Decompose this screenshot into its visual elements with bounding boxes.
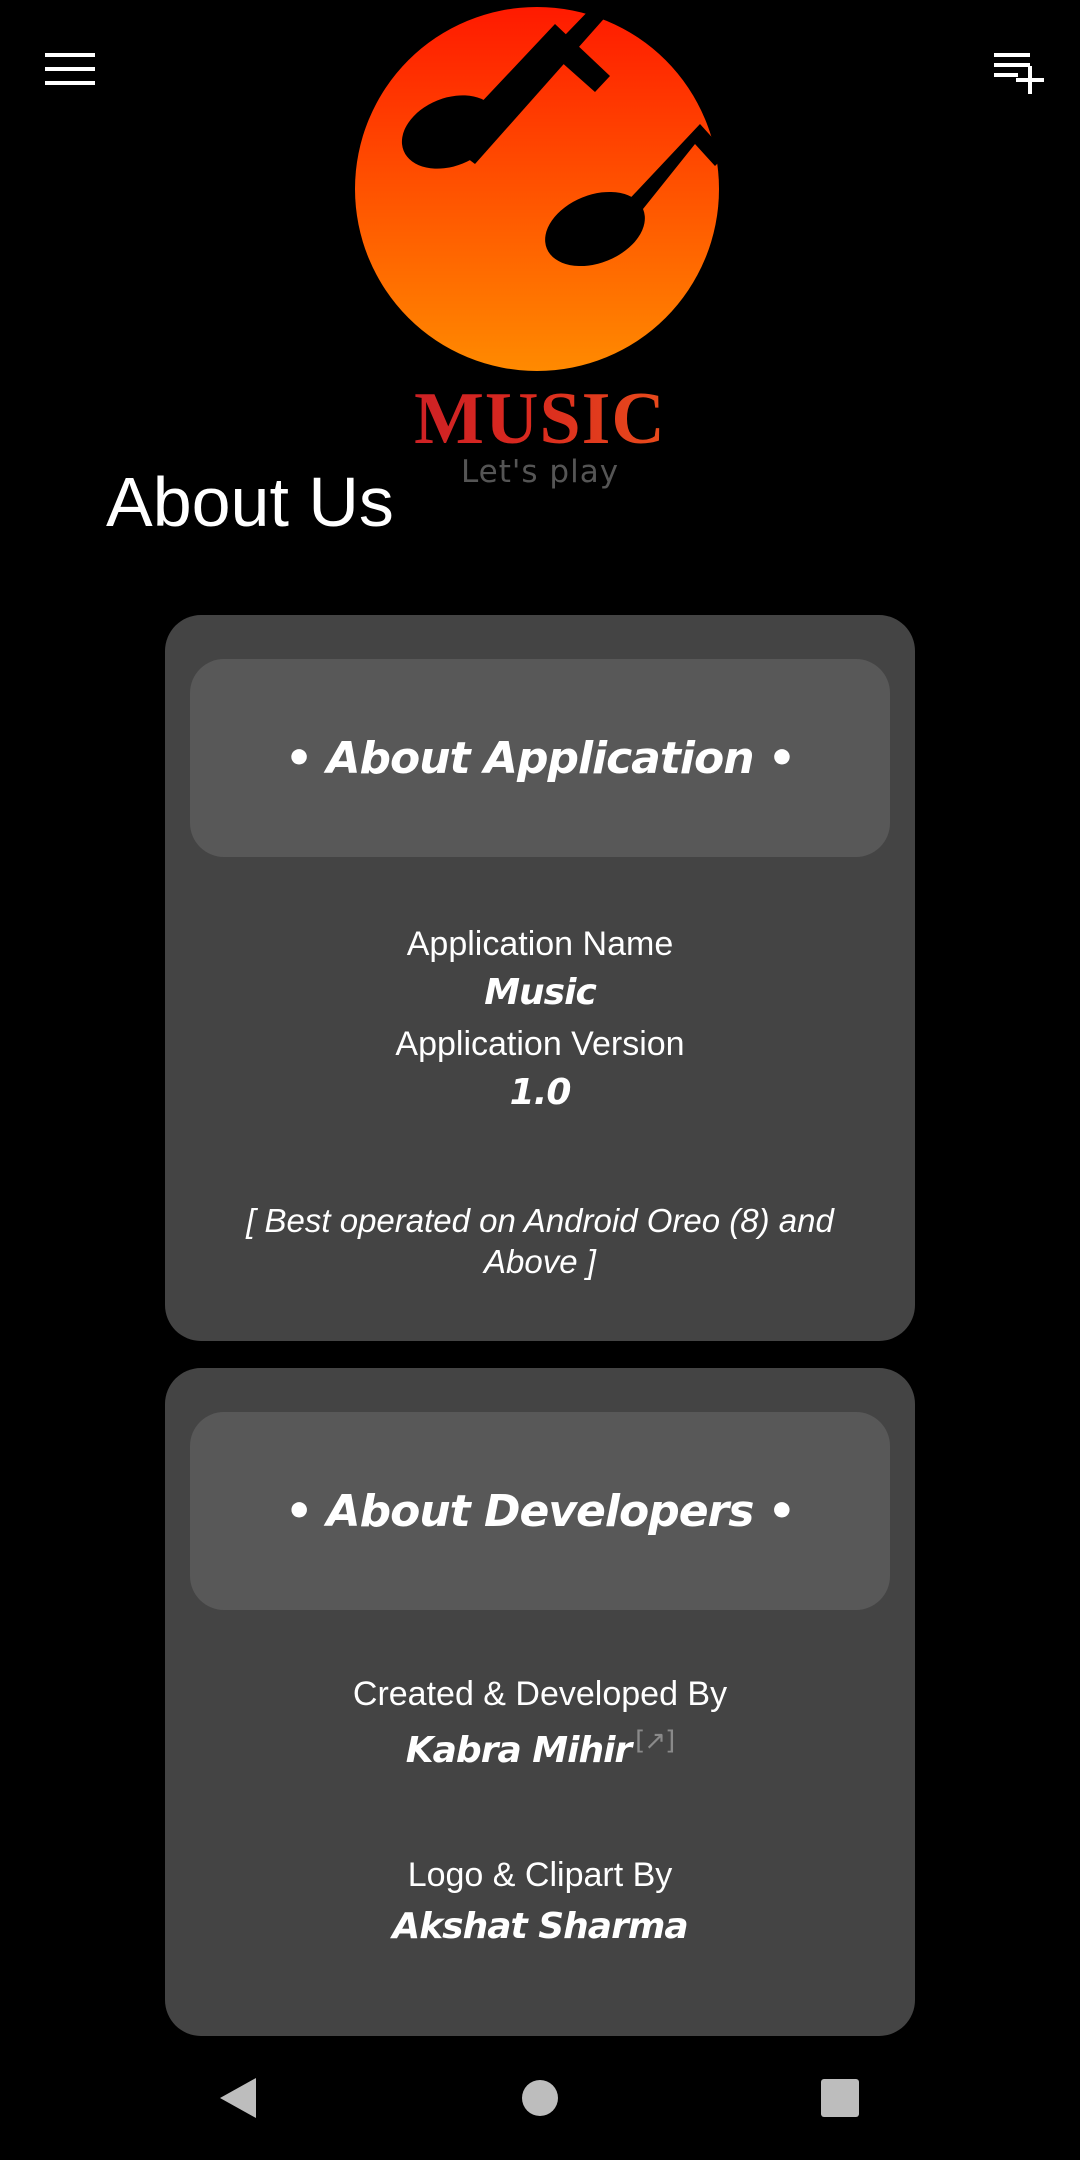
menu-button[interactable] [40, 44, 100, 94]
page-title: About Us [106, 463, 394, 541]
created-by-label: Created & Developed By [352, 1675, 728, 1713]
application-name-label: Application Name [406, 925, 674, 963]
logo-tagline: Let's play [460, 454, 620, 490]
about-application-header-text: • About Application • [285, 732, 796, 784]
application-version-value: 1.0 [509, 1072, 572, 1113]
back-triangle-icon [220, 2078, 256, 2118]
add-to-playlist-button[interactable] [984, 44, 1054, 96]
recents-button[interactable] [800, 2058, 880, 2138]
compatibility-note: [ Best operated on Android Oreo (8) and … [246, 1202, 834, 1280]
playlist-add-icon [994, 53, 1044, 94]
designer-name: Akshat Sharma [392, 1906, 688, 1947]
music-note-logo-icon [355, 4, 725, 371]
music-logo: MUSIC Let's play [355, 4, 725, 490]
developer-name-row: Kabra Mihir [↗] [165, 1726, 915, 1771]
developer-name-link[interactable]: Kabra Mihir [406, 1730, 632, 1771]
about-developers-header-text: • About Developers • [285, 1485, 796, 1537]
about-application-card: • About Application • Application Name M… [165, 615, 915, 1341]
home-circle-icon [522, 2080, 558, 2116]
logo-title: MUSIC [355, 382, 725, 456]
external-link-icon[interactable]: [↗] [635, 1726, 675, 1756]
back-button[interactable] [198, 2058, 278, 2138]
application-name-value: Music [484, 972, 597, 1013]
about-developers-header: • About Developers • [190, 1412, 890, 1610]
about-developers-card: • About Developers • Created & Developed… [165, 1368, 915, 2036]
logo-clipart-label: Logo & Clipart By [407, 1856, 673, 1894]
application-version-label: Application Version [395, 1025, 685, 1063]
system-navigation-bar [0, 2040, 1080, 2160]
hamburger-menu-icon [45, 53, 95, 85]
home-button[interactable] [500, 2058, 580, 2138]
recents-square-icon [821, 2079, 859, 2117]
about-application-header: • About Application • [190, 659, 890, 857]
